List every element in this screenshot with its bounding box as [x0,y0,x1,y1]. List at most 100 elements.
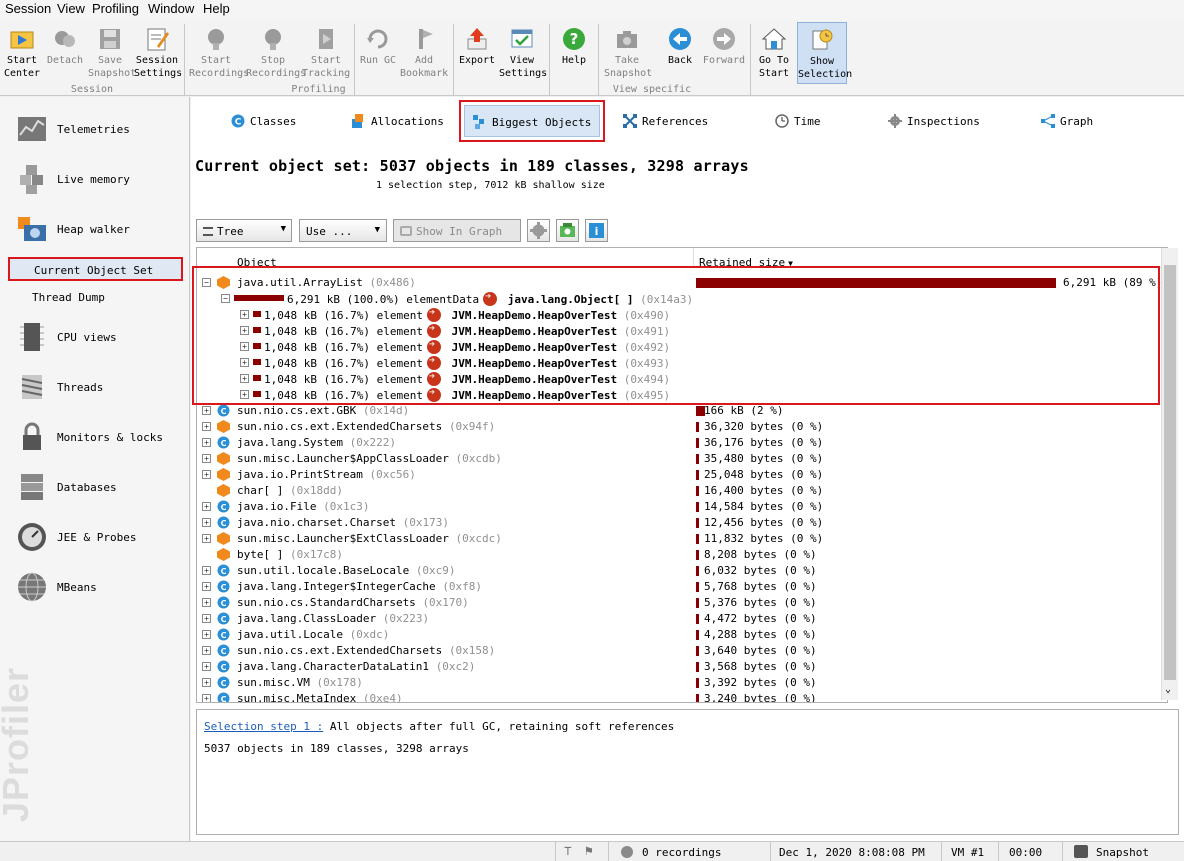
tab-biggest-objects[interactable]: Biggest Objects [458,100,606,142]
expand-icon[interactable]: + [240,390,249,399]
expand-icon[interactable]: + [202,614,211,623]
sidebar-item-mbeans[interactable]: MBeans [14,567,184,607]
expand-icon[interactable]: + [202,678,211,687]
save-snapshot-button[interactable]: Save Snapshot [88,22,136,84]
tree-row[interactable]: + sun.nio.cs.ext.ExtendedCharsets (0x94f)… [197,419,1167,435]
detach-button[interactable]: Detach [46,22,84,84]
expand-icon[interactable]: + [202,518,211,527]
flag-icon[interactable]: ⚑ [585,844,593,859]
session-settings-button[interactable]: Session Settings [134,22,182,84]
menu-profiling[interactable]: Profiling [92,1,139,16]
export-view-button[interactable] [556,219,579,242]
start-center-button[interactable]: Start Center [2,22,42,84]
view-settings-button[interactable]: View Settings [499,22,547,84]
tree-row[interactable]: + Cjava.lang.Integer$IntegerCache (0xf8) 5… [197,579,1167,595]
tree-row-element[interactable]: + 1,048 kB (16.7%) element JVM.HeapDemo.… [197,307,1167,323]
tree-row-root[interactable]: − java.util.ArrayList (0x486) 6,291 kB (… [197,275,1167,291]
sidebar-item-heap-walker[interactable]: Heap walker [14,209,184,249]
stop-recordings-button[interactable]: Stop Recordings [246,22,306,84]
tree-row[interactable]: + Cjava.nio.charset.Charset (0x173) 12,456… [197,515,1167,531]
tree-row[interactable]: + Cjava.lang.ClassLoader (0x223) 4,472 byt… [197,611,1167,627]
tree-row[interactable]: + Csun.misc.MetaIndex (0xe4) 3,240 bytes (… [197,691,1167,702]
start-tracking-button[interactable]: Start Tracking [302,22,350,84]
collapse-icon[interactable]: − [202,278,211,287]
expand-icon[interactable]: + [240,310,249,319]
sidebar-item-jee-probes[interactable]: JEE & Probes [14,517,184,557]
take-snapshot-button[interactable]: Take Snapshot [604,22,652,84]
column-object[interactable]: Object [237,256,277,269]
collapse-icon[interactable]: − [221,294,230,303]
tree-row[interactable]: + sun.misc.Launcher$AppClassLoader (0xcdb… [197,451,1167,467]
tree-row[interactable]: + Cjava.util.Locale (0xdc) 4,288 bytes (0 … [197,627,1167,643]
forward-button[interactable]: Forward [702,22,746,84]
pin-icon[interactable]: ⊤ [564,844,572,859]
tree-row[interactable]: byte[ ] (0x17c8) 8,208 bytes (0 %) [197,547,1167,563]
show-in-graph-button[interactable]: Show In Graph [393,219,521,242]
column-retained-size[interactable]: Retained size ▼ [699,256,793,269]
tree-scrollbar[interactable]: ⌄ [1161,248,1178,700]
start-recordings-button[interactable]: Start Recordings [189,22,249,84]
tree-row[interactable]: + Csun.util.locale.BaseLocale (0xc9) 6,032… [197,563,1167,579]
expand-icon[interactable]: + [240,342,249,351]
expand-icon[interactable]: + [202,662,211,671]
tree-row-element[interactable]: + 1,048 kB (16.7%) element JVM.HeapDemo.… [197,323,1167,339]
tree-row-element[interactable]: + 1,048 kB (16.7%) element JVM.HeapDemo.… [197,387,1167,403]
tree-row[interactable]: + Csun.misc.VM (0x178) 3,392 bytes (0 %) [197,675,1167,691]
view-mode-dropdown[interactable]: Tree ▼ [196,219,292,242]
sidebar-item-databases[interactable]: Databases [14,467,184,507]
info-button[interactable]: i [585,219,608,242]
expand-icon[interactable]: + [202,582,211,591]
menu-session[interactable]: Session [5,1,51,16]
expand-icon[interactable]: + [240,358,249,367]
selection-step-link[interactable]: Selection step 1 : All objects after ful… [204,720,674,733]
sidebar-item-telemetries[interactable]: Telemetries [14,109,184,149]
tab-classes[interactable]: C Classes [231,105,296,137]
sidebar-item-cpu-views[interactable]: CPU views [14,317,184,357]
expand-icon[interactable]: + [202,566,211,575]
sidebar-item-monitors-locks[interactable]: Monitors & locks [14,417,184,457]
expand-icon[interactable]: + [202,630,211,639]
sidebar-item-live-memory[interactable]: Live memory [14,159,184,199]
tab-allocations[interactable]: Allocations [352,105,444,137]
run-gc-button[interactable]: Run GC [358,22,398,84]
tree-row[interactable]: + Cjava.lang.System (0x222) 36,176 bytes (… [197,435,1167,451]
add-bookmark-button[interactable]: Add Bookmark [400,22,448,84]
tab-references[interactable]: References [623,105,708,137]
tab-graph[interactable]: Graph [1041,105,1093,137]
tree-row[interactable]: + Csun.nio.cs.StandardCharsets (0x170) 5,3… [197,595,1167,611]
expand-icon[interactable]: + [202,406,211,415]
expand-icon[interactable]: + [202,646,211,655]
tree-row[interactable]: + Cjava.io.File (0x1c3) 14,584 bytes (0 %) [197,499,1167,515]
tab-time[interactable]: Time [775,105,821,137]
tree-row[interactable]: + Cjava.lang.CharacterDataLatin1 (0xc2) 3,… [197,659,1167,675]
go-to-start-button[interactable]: Go To Start [754,22,794,84]
sidebar-item-thread-dump[interactable]: Thread Dump [8,286,183,310]
use-dropdown[interactable]: Use ... ▼ [299,219,387,242]
expand-icon[interactable]: + [202,470,211,479]
tree-row[interactable]: + java.io.PrintStream (0xc56) 25,048 bytes… [197,467,1167,483]
expand-icon[interactable]: + [202,694,211,702]
scroll-thumb[interactable] [1164,265,1176,680]
sidebar-item-current-object-set[interactable]: Current Object Set [8,257,183,281]
tree-row[interactable]: char[ ] (0x18dd) 16,400 bytes (0 %) [197,483,1167,499]
settings-gear-button[interactable] [527,219,550,242]
export-button[interactable]: Export [457,22,497,84]
tree-row[interactable]: + Csun.nio.cs.ext.GBK (0x14d) 166 kB (2 %) [197,403,1167,419]
show-selection-button[interactable]: Show Selection [797,22,852,84]
menu-view[interactable]: View [57,1,85,16]
expand-icon[interactable]: + [202,598,211,607]
tree-row[interactable]: + sun.misc.Launcher$ExtClassLoader (0xcdc… [197,531,1167,547]
tree-row-element-data[interactable]: − 6,291 kB (100.0%) elementData java.lan… [197,291,1167,307]
menu-help[interactable]: Help [203,1,230,16]
menu-window[interactable]: Window [148,1,194,16]
tree-row-element[interactable]: + 1,048 kB (16.7%) element JVM.HeapDemo.… [197,339,1167,355]
expand-icon[interactable]: + [202,454,211,463]
expand-icon[interactable]: + [202,502,211,511]
expand-icon[interactable]: + [202,534,211,543]
expand-icon[interactable]: + [240,326,249,335]
back-button[interactable]: Back [660,22,700,84]
expand-icon[interactable]: + [202,438,211,447]
tree-row-element[interactable]: + 1,048 kB (16.7%) element JVM.HeapDemo.… [197,371,1167,387]
tree-row-element[interactable]: + 1,048 kB (16.7%) element JVM.HeapDemo.… [197,355,1167,371]
chevron-down-icon[interactable]: ⌄ [1165,684,1171,695]
